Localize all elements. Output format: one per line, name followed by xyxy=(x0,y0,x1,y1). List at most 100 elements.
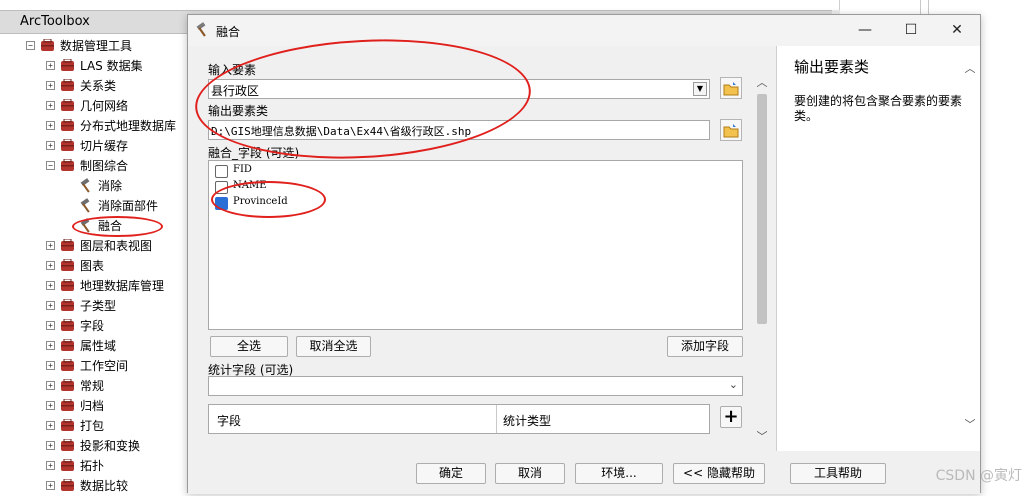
expand-icon[interactable]: + xyxy=(46,361,55,370)
select-all-button[interactable]: 全选 xyxy=(210,336,288,357)
input-features-combo[interactable]: 县行政区 ▼ xyxy=(208,79,710,99)
tree-item-label: 几何网络 xyxy=(80,99,129,113)
expand-icon[interactable]: + xyxy=(46,61,55,70)
expand-icon[interactable]: + xyxy=(46,441,55,450)
col-field-header: 字段 xyxy=(217,414,242,428)
dissolve-fields-list: FID NAME ProvinceId xyxy=(208,160,743,330)
tree-item-label: 拓扑 xyxy=(80,459,105,473)
toolset-icon xyxy=(61,259,74,271)
toolset-icon xyxy=(61,59,74,71)
toolset-icon xyxy=(61,239,74,251)
chevron-up-icon[interactable]: ︿ xyxy=(755,74,769,90)
tree-item-label: LAS 数据集 xyxy=(80,59,143,73)
form-scrollbar[interactable]: ︿ ﹀ xyxy=(754,74,770,444)
tree-item-label: 打包 xyxy=(80,419,105,433)
dialog-titlebar[interactable]: 融合 — ☐ ✕ xyxy=(188,15,980,46)
checkbox[interactable] xyxy=(215,165,228,178)
help-panel: 输出要素类 要创建的将包含聚合要素的要素类。 ︿ ﹀ xyxy=(776,46,980,451)
expand-icon[interactable]: + xyxy=(46,321,55,330)
expand-icon[interactable]: + xyxy=(46,421,55,430)
col-type-header: 统计类型 xyxy=(503,414,552,428)
column-divider xyxy=(496,405,497,433)
hide-help-button[interactable]: << 隐藏帮助 xyxy=(673,463,765,484)
expand-icon[interactable]: + xyxy=(46,301,55,310)
expand-icon[interactable]: + xyxy=(46,281,55,290)
chevron-up-icon[interactable]: ︿ xyxy=(963,60,977,76)
tree-item-label: 图层和表视图 xyxy=(80,239,153,253)
expand-icon[interactable]: + xyxy=(46,461,55,470)
expand-icon[interactable]: + xyxy=(46,261,55,270)
checkbox-checked[interactable] xyxy=(215,197,228,210)
tree-item-label: 数据管理工具 xyxy=(60,39,133,53)
folder-icon xyxy=(723,124,739,138)
tree-item-label: 常规 xyxy=(80,379,105,393)
cancel-button[interactable]: 取消 xyxy=(495,463,565,484)
dialog-title: 融合 xyxy=(216,25,241,39)
browse-input-button[interactable] xyxy=(720,77,742,99)
toolset-icon xyxy=(61,399,74,411)
field-name: NAME xyxy=(233,180,267,191)
folder-icon xyxy=(723,82,739,96)
input-features-value: 县行政区 xyxy=(211,84,260,98)
help-title: 输出要素类 xyxy=(794,58,870,76)
tree-item-label: 图表 xyxy=(80,259,105,273)
toolset-icon xyxy=(61,359,74,371)
hammer-icon xyxy=(196,22,206,37)
dissolve-fields-label: 融合_字段 (可选) xyxy=(208,146,300,160)
minimize-button[interactable]: — xyxy=(842,15,888,46)
collapse-icon[interactable]: − xyxy=(26,41,35,50)
add-row-button[interactable]: + xyxy=(720,406,742,428)
stats-fields-combo[interactable]: ⌄ xyxy=(208,376,743,396)
tree-item-label: 属性域 xyxy=(80,339,117,353)
tool-form: 输入要素 县行政区 ▼ 输出要素类 D:\GIS地理信息数据\Data\Ex44… xyxy=(188,46,776,451)
chevron-down-icon[interactable]: ﹀ xyxy=(963,416,977,432)
stats-table-header: 字段 统计类型 xyxy=(208,404,710,434)
expand-icon[interactable]: + xyxy=(46,141,55,150)
clear-all-button[interactable]: 取消全选 xyxy=(296,336,371,357)
tree-item-label: 归档 xyxy=(80,399,105,413)
tree-item-label: 工作空间 xyxy=(80,359,129,373)
output-class-field[interactable]: D:\GIS地理信息数据\Data\Ex44\省级行政区.shp xyxy=(208,120,710,140)
checkbox[interactable] xyxy=(215,181,228,194)
toolset-icon xyxy=(61,139,74,151)
toolset-icon xyxy=(61,379,74,391)
tree-item-label: 消除 xyxy=(98,179,123,193)
expand-icon[interactable]: + xyxy=(46,241,55,250)
add-field-button[interactable]: 添加字段 xyxy=(667,336,743,357)
browse-output-button[interactable] xyxy=(720,119,742,141)
toolset-icon xyxy=(61,419,74,431)
toolset-icon xyxy=(61,119,74,131)
expand-icon[interactable]: + xyxy=(46,381,55,390)
ok-button[interactable]: 确定 xyxy=(416,463,486,484)
tree-item-label: 投影和变换 xyxy=(80,439,141,453)
toolset-icon xyxy=(61,159,74,171)
expand-icon[interactable]: + xyxy=(46,121,55,130)
expand-icon[interactable]: + xyxy=(46,341,55,350)
maximize-button[interactable]: ☐ xyxy=(888,15,934,46)
expand-icon[interactable]: + xyxy=(46,481,55,490)
tree-item-label: 分布式地理数据库 xyxy=(80,119,177,133)
input-features-label: 输入要素 xyxy=(208,63,257,77)
hammer-icon xyxy=(80,198,90,213)
expand-icon[interactable]: + xyxy=(46,401,55,410)
field-name: ProvinceId xyxy=(233,196,288,207)
environments-button[interactable]: 环境... xyxy=(575,463,663,484)
dissolve-dialog: 融合 — ☐ ✕ 输入要素 县行政区 ▼ 输出要素类 D:\GIS地理信息数据\… xyxy=(187,14,981,494)
chevron-down-icon[interactable]: ﹀ xyxy=(755,428,769,444)
tree-item-label: 字段 xyxy=(80,319,105,333)
tree-item-label: 消除面部件 xyxy=(98,199,159,213)
close-button[interactable]: ✕ xyxy=(934,15,980,46)
hammer-icon xyxy=(80,218,90,233)
toolset-icon xyxy=(61,99,74,111)
scrollbar-thumb[interactable] xyxy=(757,94,767,324)
hammer-icon xyxy=(80,178,90,193)
collapse-icon[interactable]: − xyxy=(46,161,55,170)
chevron-down-icon[interactable]: ▼ xyxy=(693,82,707,96)
toolset-icon xyxy=(61,479,74,491)
chevron-down-icon[interactable]: ⌄ xyxy=(729,378,738,391)
output-class-label: 输出要素类 xyxy=(208,104,269,118)
tool-help-button[interactable]: 工具帮助 xyxy=(790,463,886,484)
toolset-icon xyxy=(61,279,74,291)
expand-icon[interactable]: + xyxy=(46,101,55,110)
expand-icon[interactable]: + xyxy=(46,81,55,90)
